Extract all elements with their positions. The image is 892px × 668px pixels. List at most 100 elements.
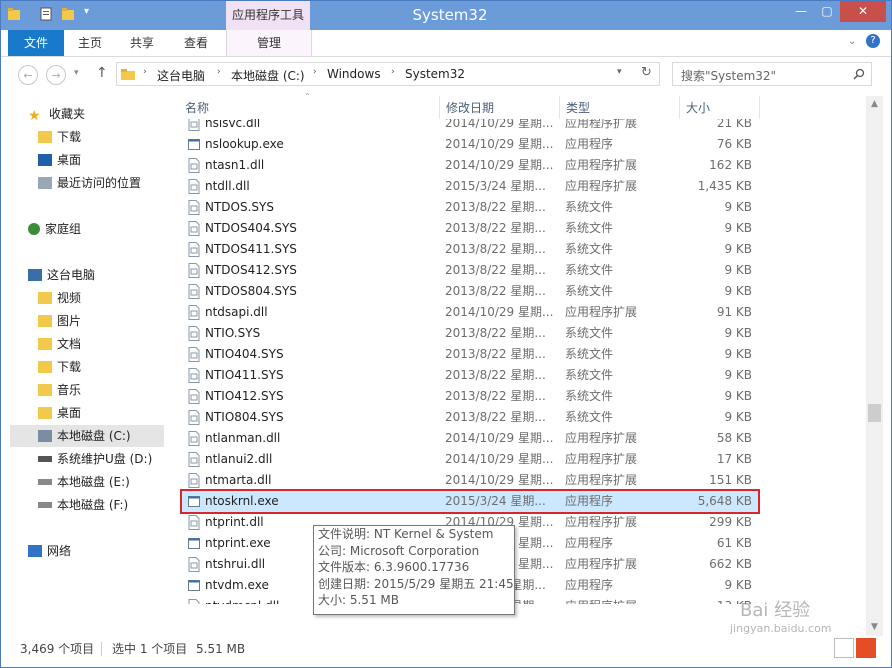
file-type: 应用程序 (565, 536, 614, 550)
search-input[interactable]: 搜索"System32" (681, 67, 776, 84)
context-tab-group: 应用程序工具 (226, 0, 310, 30)
system-file-icon (188, 620, 200, 635)
help-icon[interactable]: ? (866, 34, 880, 48)
column-divider[interactable] (559, 96, 560, 119)
back-button[interactable]: ← (18, 65, 38, 85)
file-date: 2013/8/22 星期... (445, 221, 546, 235)
system-file-icon (188, 263, 200, 278)
breadcrumb-drive-c[interactable]: 本地磁盘 (C:) (231, 67, 305, 84)
column-header-date[interactable]: 修改日期 (446, 98, 494, 118)
file-row[interactable]: NTIO804.SYS 2013/8/22 星期... 系统文件 9 KB (182, 407, 758, 428)
properties-icon[interactable] (40, 7, 52, 21)
address-bar[interactable]: › 这台电脑 › 本地磁盘 (C:) › Windows › System32 … (116, 62, 660, 86)
vertical-scrollbar[interactable] (866, 96, 883, 636)
file-row[interactable]: ntdsapi.dll 2014/10/29 星期... 应用程序扩展 91 KB (182, 302, 758, 323)
file-name: ntlanui2.dll (205, 452, 273, 466)
folder-icon (121, 69, 135, 80)
search-icon[interactable] (853, 68, 865, 80)
new-folder-icon[interactable] (62, 7, 74, 21)
tab-file[interactable]: 文件 (8, 30, 64, 56)
system-file-icon (188, 410, 200, 425)
file-size: 662 KB (709, 557, 752, 571)
scrollbar-thumb[interactable] (868, 404, 881, 422)
file-date: 2013/8/22 星期... (445, 620, 546, 634)
large-icons-view-button[interactable] (856, 638, 876, 658)
file-row[interactable]: NTIO411.SYS 2013/8/22 星期... 系统文件 9 KB (182, 365, 758, 386)
file-type: 系统文件 (565, 368, 614, 382)
close-button[interactable]: ✕ (840, 0, 886, 22)
file-row[interactable]: ntvdmd.dll 2013/8/22 星期... 应用程序扩展 9 KB (182, 617, 758, 636)
forward-button[interactable]: → (46, 65, 66, 85)
tab-view[interactable]: 查看 (172, 30, 220, 56)
file-size: 9 KB (724, 389, 752, 403)
file-name: NTIO.SYS (205, 326, 261, 340)
file-type: 系统文件 (565, 326, 614, 340)
file-type: 应用程序扩展 (565, 515, 638, 529)
column-header-type[interactable]: 类型 (566, 98, 590, 118)
file-name: NTDOS404.SYS (205, 221, 297, 235)
status-selected-size: 5.51 MB (196, 642, 246, 656)
file-type: 应用程序扩展 (565, 557, 638, 571)
system-file-icon (188, 158, 200, 173)
up-button[interactable]: ↑ (96, 65, 108, 81)
breadcrumb-windows[interactable]: Windows (327, 67, 381, 81)
file-type: 系统文件 (565, 389, 614, 403)
file-name: NTIO412.SYS (205, 389, 284, 403)
scroll-up-icon[interactable]: ▲ (866, 96, 883, 113)
breadcrumb-separator-icon: › (391, 67, 395, 77)
column-divider[interactable] (679, 96, 680, 119)
column-header-name[interactable]: 名称 (185, 98, 209, 118)
file-row[interactable]: NTDOS412.SYS 2013/8/22 星期... 系统文件 9 KB (182, 260, 758, 281)
status-selected-count: 选中 1 个项目 (112, 642, 188, 656)
breadcrumb-system32[interactable]: System32 (405, 67, 465, 81)
file-size: 9 KB (724, 347, 752, 361)
breadcrumb-thispc[interactable]: 这台电脑 (157, 67, 205, 84)
file-row[interactable]: ntoskrnl.exe 2015/3/24 星期... 应用程序 5,648 KB (180, 489, 760, 514)
refresh-icon[interactable]: ↻ (641, 65, 652, 80)
column-divider[interactable] (439, 96, 440, 119)
file-row[interactable]: NTIO404.SYS 2013/8/22 星期... 系统文件 9 KB (182, 344, 758, 365)
file-row[interactable]: ntmarta.dll 2014/10/29 星期... 应用程序扩展 151 KB (182, 470, 758, 491)
file-row[interactable]: NTDOS411.SYS 2013/8/22 星期... 系统文件 9 KB (182, 239, 758, 260)
file-row[interactable]: ntlanman.dll 2014/10/29 星期... 应用程序扩展 58 KB (182, 428, 758, 449)
file-date: 2015/3/24 星期... (445, 179, 546, 193)
details-view-button[interactable] (834, 638, 854, 658)
file-date: 2014/10/29 星期... (445, 305, 554, 319)
minimize-button[interactable]: — (788, 0, 814, 22)
file-type: 系统文件 (565, 221, 614, 235)
ribbon-expand-icon[interactable]: ⌄ (848, 36, 856, 47)
file-name: ntoskrnl.exe (205, 494, 279, 508)
file-size: 162 KB (709, 158, 752, 172)
file-row[interactable]: NTDOS804.SYS 2013/8/22 星期... 系统文件 9 KB (182, 281, 758, 302)
file-row[interactable]: ntdll.dll 2015/3/24 星期... 应用程序扩展 1,435 KB (182, 176, 758, 197)
file-name: ntvdmd.dll (205, 620, 270, 634)
column-header-size[interactable]: 大小 (686, 98, 710, 118)
file-type: 应用程序 (565, 137, 614, 151)
file-size: 9 KB (724, 578, 752, 592)
file-row[interactable]: NTIO.SYS 2013/8/22 星期... 系统文件 9 KB (182, 323, 758, 344)
system-file-icon (188, 515, 200, 530)
file-row[interactable]: nslookup.exe 2014/10/29 星期... 应用程序 76 KB (182, 134, 758, 155)
column-divider[interactable] (759, 96, 760, 119)
file-date: 2013/8/22 星期... (445, 242, 546, 256)
customize-qat-icon[interactable]: ▾ (84, 6, 89, 17)
tab-share[interactable]: 共享 (120, 30, 164, 56)
file-row[interactable]: NTDOS404.SYS 2013/8/22 星期... 系统文件 9 KB (182, 218, 758, 239)
address-dropdown-icon[interactable]: ▾ (617, 67, 622, 77)
system-file-icon (188, 179, 200, 194)
file-date: 2013/8/22 星期... (445, 326, 546, 340)
file-row[interactable]: ntasn1.dll 2014/10/29 星期... 应用程序扩展 162 KB (182, 155, 758, 176)
file-name: ntdll.dll (205, 179, 250, 193)
file-row[interactable]: ntlanui2.dll 2014/10/29 星期... 应用程序扩展 17 KB (182, 449, 758, 470)
tab-manage[interactable]: 管理 (226, 30, 312, 56)
recent-locations-icon[interactable]: ▾ (74, 68, 79, 78)
file-type: 系统文件 (565, 347, 614, 361)
file-row[interactable]: NTDOS.SYS 2013/8/22 星期... 系统文件 9 KB (182, 197, 758, 218)
search-box[interactable]: 搜索"System32" (672, 62, 872, 86)
file-row[interactable]: NTIO412.SYS 2013/8/22 星期... 系统文件 9 KB (182, 386, 758, 407)
watermark-url: jingyan.baidu.com (730, 622, 832, 635)
maximize-button[interactable]: ▢ (814, 0, 840, 22)
application-file-icon (188, 580, 200, 591)
tab-home[interactable]: 主页 (68, 30, 112, 56)
file-size: 76 KB (716, 137, 752, 151)
